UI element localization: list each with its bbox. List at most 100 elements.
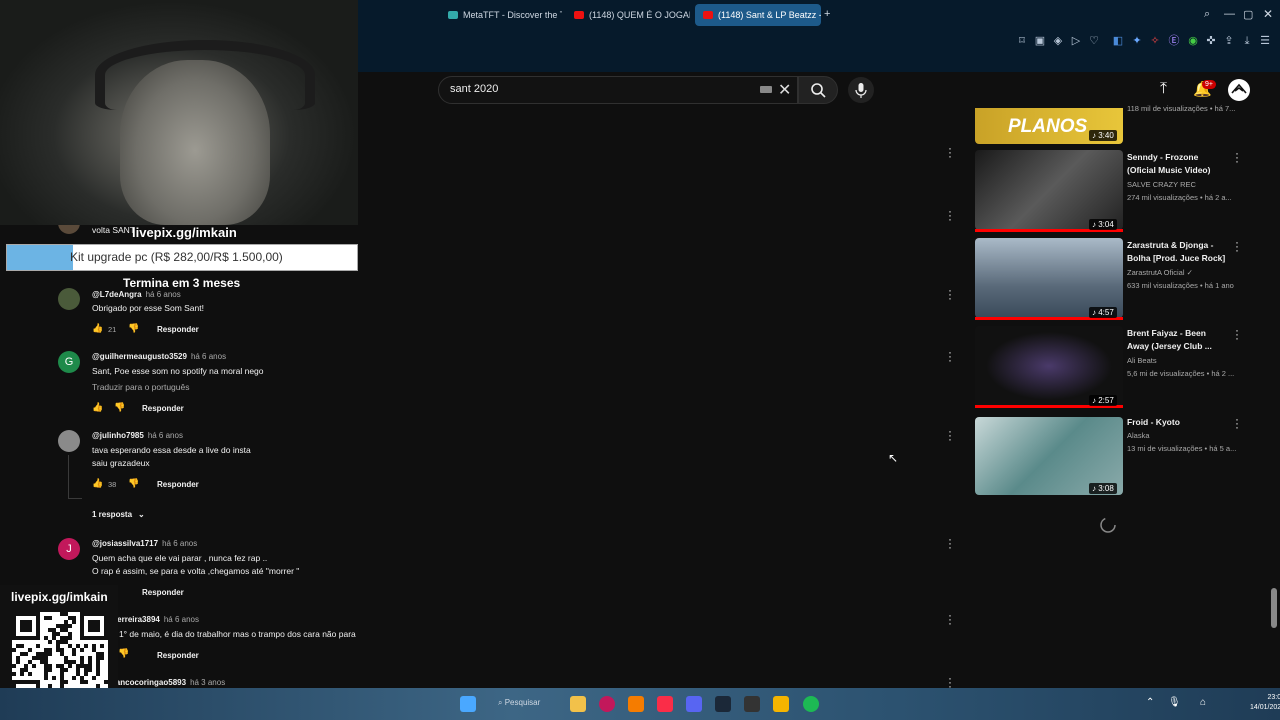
dislike-icon[interactable]: 👎 [118,648,129,659]
headphones-shape [95,40,315,110]
youtube-favicon-icon [703,11,713,19]
reply-button[interactable]: Responder [157,651,199,660]
comment-avatar[interactable] [58,288,80,310]
tab-quem-e[interactable]: (1148) QUEM É O JOGADOR [566,4,690,26]
minimize-icon[interactable]: — [1224,8,1235,20]
dislike-icon[interactable]: 👎 [128,478,139,489]
voice-search-button[interactable] [848,77,874,103]
dislike-icon[interactable]: 👎 [128,323,139,334]
video-channel[interactable]: Ali Beats [1127,356,1157,365]
video-channel[interactable]: SALVE CRAZY REC [1127,180,1196,189]
opera-icon[interactable] [599,696,615,712]
more-options-icon[interactable]: · · · [1235,413,1239,433]
tab-metatft[interactable]: MetaTFT - Discover the TFT [440,4,562,26]
taskbar-search[interactable]: ⌕ Pesquisar [498,698,540,708]
upload-icon[interactable]: ⤒ [1160,80,1167,98]
comment-avatar[interactable]: G [58,351,80,373]
more-options-icon[interactable]: · · · [948,425,952,445]
download-icon[interactable]: ⤓ [1240,34,1254,48]
extensions-puzzle-icon[interactable]: ✜ [1204,34,1218,48]
more-options-icon[interactable]: · · · [1235,147,1239,167]
comment-author[interactable]: @brancocoringao5893 há 3 anos [100,678,225,687]
scrollbar-thumb[interactable] [1271,588,1277,628]
obs-icon[interactable] [744,696,760,712]
more-options-icon[interactable]: · · · [948,142,952,162]
like-icon[interactable]: 👍 [92,323,103,334]
discord-icon[interactable] [686,696,702,712]
extension-icon[interactable]: ✦ [1130,34,1144,48]
extension-translate-icon[interactable]: ◧ [1111,34,1125,48]
video-channel[interactable]: Alaska [1127,431,1150,440]
comment-text: volta SANT [92,225,135,235]
video-thumbnail[interactable] [975,238,1123,318]
video-thumbnail[interactable] [975,326,1123,406]
heart-icon[interactable]: ♡ [1087,34,1101,48]
video-channel[interactable]: ZarastrutA Oficial ✓ [1127,268,1193,277]
like-icon[interactable]: 👍 [92,478,103,489]
keyboard-icon[interactable] [760,86,772,93]
comment-avatar[interactable] [58,430,80,452]
play-icon[interactable]: ▷ [1069,34,1083,48]
like-icon[interactable]: 👍 [92,402,103,413]
more-options-icon[interactable]: · · · [948,346,952,366]
comment-author[interactable]: @guilhermeaugusto3529 há 6 anos [92,352,226,361]
comment-avatar[interactable]: J [58,538,80,560]
tab-sant-lp[interactable]: (1148) Sant & LP Beatzz - [695,4,821,26]
file-explorer-icon[interactable] [570,696,586,712]
extension-pin-icon[interactable]: ✧ [1148,34,1162,48]
browser-search-icon[interactable]: ⌕ [1204,8,1210,21]
steam-icon[interactable] [715,696,731,712]
video-thumbnail[interactable] [975,150,1123,230]
share-icon[interactable]: ⇪ [1222,34,1236,48]
more-options-icon[interactable]: · · · [948,533,952,553]
new-tab-button[interactable]: + [824,8,830,20]
video-title[interactable]: Brent Faiyaz - Been Away (Jersey Club ..… [1127,327,1229,353]
network-icon[interactable]: ⌂ [1200,697,1206,708]
tray-chevron-icon[interactable]: ⌃ [1146,697,1154,708]
music-app-icon[interactable] [657,696,673,712]
close-window-icon[interactable]: ✕ [1263,7,1273,21]
video-title[interactable]: Zarastruta & Djonga - Bolha [Prod. Juce … [1127,239,1229,265]
microphone-tray-icon[interactable]: 🎙 [1168,697,1181,708]
menu-icon[interactable]: ☰ [1258,34,1272,48]
donation-goal-fill [7,245,73,270]
comment-text: Sendo 1° de maio, é dia do trabalhor mas… [92,629,356,639]
windows-start-icon[interactable] [460,696,476,712]
video-title[interactable]: Froid - Kyoto [1127,416,1229,429]
search-button[interactable] [798,76,838,104]
screenshot-icon[interactable]: ▣ [1033,34,1047,48]
video-title[interactable]: Senndy - Frozone (Oficial Music Video) [1127,151,1229,177]
loading-spinner-icon [1100,517,1116,533]
translate-link[interactable]: Traduzir para o português [92,382,190,392]
dislike-icon[interactable]: 👎 [114,402,125,413]
maximize-icon[interactable]: ▢ [1243,8,1253,21]
view-replies-button[interactable]: 1 resposta ⌄ [92,510,145,519]
shield-icon[interactable]: ◈ [1051,34,1065,48]
spotify-icon[interactable] [803,696,819,712]
clear-search-icon[interactable]: ✕ [778,80,791,100]
more-options-icon[interactable]: · · · [948,609,952,629]
chevron-down-icon: ⌄ [138,510,145,519]
video-duration: ♪ 4:57 [1089,307,1117,318]
more-options-icon[interactable]: · · · [948,284,952,304]
fl-studio-icon[interactable] [628,696,644,712]
comment-author[interactable]: @julinho7985 há 6 anos [92,431,183,440]
extension-counter-icon[interactable]: ◉ [1186,34,1200,48]
extension-e-icon[interactable]: Ⓔ [1167,34,1181,48]
avatar-logo-icon [1231,83,1247,94]
more-options-icon[interactable]: · · · [1235,324,1239,344]
verified-icon: ✓ [1186,268,1193,277]
comment-author[interactable]: @josiassilva1717 há 6 anos [92,539,197,548]
reply-button[interactable]: Responder [142,404,184,413]
taskbar-clock[interactable]: 23:08 14/01/2026 [1250,693,1280,713]
more-options-icon[interactable]: · · · [948,205,952,225]
comment-text: tava esperando essa desde a live do inst… [92,445,251,455]
reply-button[interactable]: Responder [157,480,199,489]
bookmark-icon[interactable]: ⌑ [1015,34,1029,48]
more-options-icon[interactable]: · · · [1235,236,1239,256]
account-avatar[interactable] [1228,79,1250,101]
reply-button[interactable]: Responder [142,588,184,597]
app-icon[interactable] [773,696,789,712]
reply-button[interactable]: Responder [157,325,199,334]
comment-author[interactable]: @L7deAngra há 6 anos [92,290,181,299]
